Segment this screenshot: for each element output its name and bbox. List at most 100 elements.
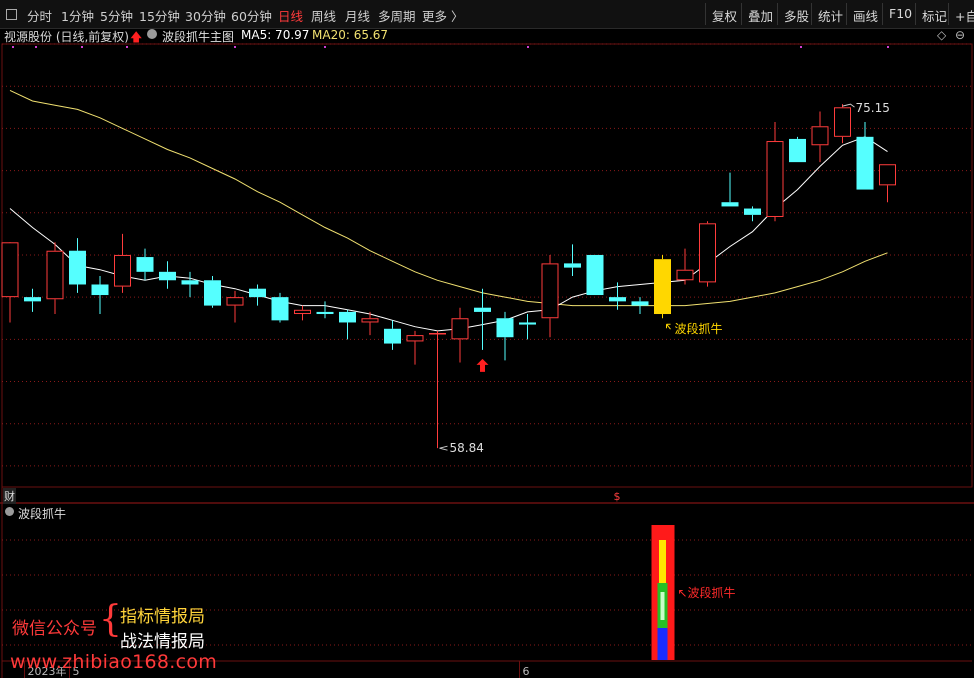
- event-marker: [887, 46, 889, 48]
- candle: [406, 330, 424, 365]
- candle-body: [721, 202, 739, 207]
- event-marker: [35, 46, 37, 48]
- candle-body: [609, 297, 626, 302]
- candle-body: [744, 208, 761, 215]
- candles: [1, 104, 896, 449]
- candle-body: [24, 297, 41, 302]
- candle-body: [856, 136, 874, 190]
- candle: [159, 261, 176, 289]
- candle-body: [586, 254, 604, 296]
- candle: [496, 311, 514, 361]
- candle-body: [136, 257, 154, 272]
- event-marker: [324, 46, 326, 48]
- candle-body: [339, 311, 356, 323]
- candle: [46, 242, 64, 315]
- candle: [339, 309, 356, 340]
- candle-body: [271, 297, 289, 321]
- brace-glyph: {: [99, 599, 122, 640]
- indicator-panel-toggle-icon[interactable]: [5, 507, 14, 516]
- candle-body: [226, 297, 244, 306]
- candle-body: [451, 318, 469, 340]
- dollar-marker: $: [614, 490, 621, 503]
- candle-body: [654, 259, 671, 315]
- candle-body: [519, 322, 536, 325]
- candle: [811, 111, 829, 163]
- candle-body: [699, 223, 716, 283]
- candle: [451, 307, 469, 363]
- candle: [586, 254, 604, 296]
- candle-body: [294, 309, 311, 315]
- indicator-signal-bar: [651, 525, 675, 660]
- candle: [69, 238, 86, 293]
- candle: [721, 172, 739, 207]
- candle-body: [811, 126, 829, 146]
- candle: [1, 242, 19, 323]
- buy-arrow-icon: [476, 358, 489, 372]
- candle: [204, 276, 221, 308]
- signal-label: 波段抓牛: [675, 321, 723, 336]
- wechat-account-2: 战法情报局: [120, 632, 205, 652]
- candle: [879, 164, 896, 203]
- candle: [789, 136, 806, 163]
- candle: [294, 305, 311, 321]
- candle: [384, 320, 401, 350]
- min-pointer: [439, 445, 448, 451]
- signal-pointer: [666, 323, 671, 330]
- candle-body: [249, 288, 266, 298]
- candle-body: [789, 138, 806, 163]
- candle: [699, 221, 716, 287]
- candle: [631, 297, 649, 315]
- candle: [271, 292, 289, 323]
- event-marker: [800, 46, 802, 48]
- candle: [181, 271, 199, 298]
- max-pointer: [842, 103, 855, 108]
- x-axis-label: 6: [523, 665, 530, 678]
- wechat-account-1: 指标情报局: [120, 607, 205, 627]
- candle: [766, 122, 784, 222]
- wechat-label: 微信公众号: [12, 619, 97, 639]
- candle: [744, 206, 761, 222]
- candle-body: [474, 307, 491, 312]
- candle-body: [114, 254, 131, 287]
- event-marker: [126, 46, 128, 48]
- indicator-signal-label: ↖波段抓牛: [678, 585, 736, 600]
- candle-body: [834, 107, 851, 137]
- candle: [91, 276, 109, 315]
- candle-body: [879, 164, 896, 186]
- event-marker: [12, 46, 14, 48]
- candle-body: [541, 263, 559, 319]
- candle: [856, 122, 874, 190]
- candle-body: [361, 318, 379, 323]
- candle: [834, 104, 851, 144]
- indicator-blue-bar: [657, 628, 668, 660]
- indicator-light-bar: [660, 592, 665, 620]
- event-marker: [81, 46, 83, 48]
- candle: [519, 314, 536, 340]
- kline-chart: 75.1558.84波段抓牛$↖波段抓牛2023年 5 6: [0, 43, 974, 678]
- candle: [136, 248, 154, 281]
- event-marker: [234, 46, 236, 48]
- candle: [226, 290, 244, 323]
- candle: [429, 330, 446, 449]
- candle-body: [564, 263, 581, 268]
- watermark-url: www.zhibiao168.com: [10, 651, 218, 673]
- candle-body: [69, 250, 86, 285]
- candle-body: [91, 284, 109, 296]
- ma20-line: [9, 89, 888, 307]
- event-marker: [527, 46, 529, 48]
- candle: [249, 284, 266, 306]
- candle-body: [631, 301, 649, 306]
- candle: [564, 244, 581, 277]
- candle: [676, 248, 694, 285]
- candle-body: [159, 271, 176, 281]
- max-price-label: 75.15: [856, 101, 890, 115]
- min-price-label: 58.84: [450, 441, 484, 455]
- finance-marker[interactable]: 财: [3, 488, 16, 504]
- candle-body: [429, 333, 446, 335]
- candle-body: [1, 242, 19, 298]
- candle-body: [766, 141, 784, 217]
- candle: [541, 254, 559, 338]
- candle: [654, 254, 671, 319]
- candle-body: [181, 280, 199, 285]
- candle: [316, 301, 334, 319]
